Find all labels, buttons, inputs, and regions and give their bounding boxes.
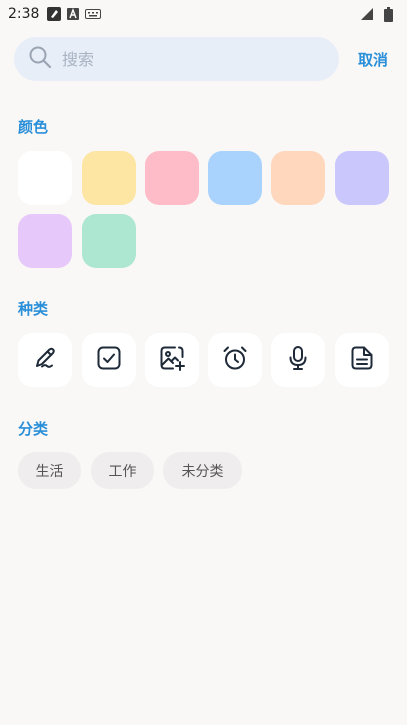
checkbox-icon [95, 344, 123, 376]
type-reminder-button[interactable] [208, 333, 262, 387]
cancel-button[interactable]: 取消 [358, 49, 388, 70]
category-chip-work[interactable]: 工作 [91, 452, 154, 489]
search-icon [28, 45, 52, 73]
microphone-icon [284, 344, 312, 376]
document-icon [348, 344, 376, 376]
search-box[interactable] [14, 37, 339, 81]
color-swatch[interactable] [271, 151, 325, 205]
color-swatch[interactable] [18, 214, 72, 268]
category-chip-life[interactable]: 生活 [18, 452, 81, 489]
type-voice-button[interactable] [271, 333, 325, 387]
color-swatch[interactable] [145, 151, 199, 205]
category-chip-uncategorized[interactable]: 未分类 [163, 452, 242, 489]
color-swatch[interactable] [82, 214, 136, 268]
alarm-icon [221, 344, 249, 376]
search-row: 取消 [14, 36, 394, 82]
types-section-title: 种类 [18, 300, 49, 318]
colors-section-title: 颜色 [18, 118, 49, 136]
type-pencil-button[interactable] [18, 333, 72, 387]
type-image-button[interactable] [145, 333, 199, 387]
type-checklist-button[interactable] [82, 333, 136, 387]
color-swatch[interactable] [82, 151, 136, 205]
color-swatch[interactable] [18, 151, 72, 205]
image-add-icon [158, 344, 186, 376]
keyboard-icon [85, 9, 102, 19]
status-bar: 2:38 [0, 0, 407, 28]
font-app-icon [67, 8, 80, 20]
pencil-icon [31, 344, 59, 376]
search-input[interactable] [62, 49, 302, 69]
color-swatch[interactable] [335, 151, 389, 205]
categories-section-title: 分类 [18, 420, 49, 438]
notes-app-icon [47, 7, 62, 21]
battery-icon [384, 6, 393, 22]
signal-icon [360, 7, 374, 21]
type-document-button[interactable] [335, 333, 389, 387]
status-time: 2:38 [8, 6, 40, 22]
color-swatch[interactable] [208, 151, 262, 205]
